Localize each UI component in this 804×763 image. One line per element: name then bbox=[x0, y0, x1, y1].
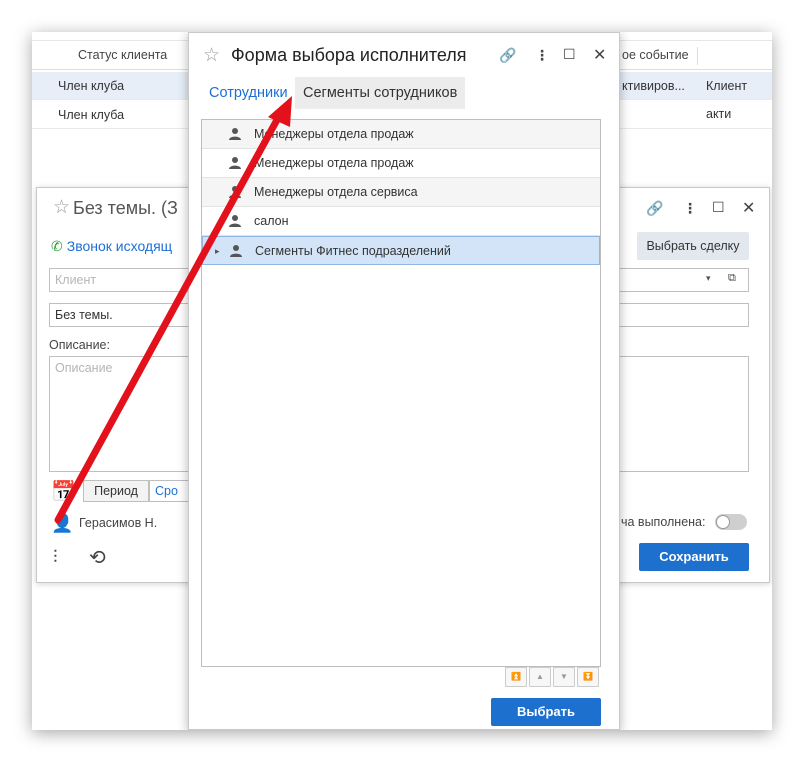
user-icon bbox=[229, 215, 241, 227]
save-button[interactable]: Сохранить bbox=[639, 543, 749, 571]
more-menu-icon[interactable]: ⋮ bbox=[683, 200, 697, 217]
current-row-marker-icon: ▸ bbox=[215, 246, 220, 256]
close-icon[interactable]: ✕ bbox=[742, 198, 755, 218]
deadline-tab[interactable]: Сро bbox=[149, 480, 189, 502]
settings-sliders-icon[interactable]: ⫶ bbox=[53, 547, 58, 568]
call-link[interactable]: ✆ Звонок исходящ bbox=[51, 238, 172, 255]
scroll-down-button[interactable]: ▼ bbox=[553, 667, 575, 687]
list-item-label: Менеджеры отдела продаж bbox=[254, 156, 414, 170]
toggle-knob bbox=[716, 515, 730, 529]
task-form-title: Без темы. (З bbox=[73, 198, 178, 218]
phone-outgoing-icon: ✆ bbox=[51, 238, 63, 254]
tab-employee-segments[interactable]: Сегменты сотрудников bbox=[295, 77, 466, 109]
list-item-label: салон bbox=[254, 214, 289, 228]
user-clock-icon[interactable]: 👤 bbox=[51, 513, 73, 534]
open-icon[interactable]: ⧉ bbox=[728, 272, 736, 285]
link-icon[interactable]: 🔗 bbox=[646, 200, 663, 217]
user-icon bbox=[229, 157, 241, 169]
maximize-icon[interactable]: ☐ bbox=[563, 46, 576, 63]
list-item-label: Сегменты Фитнес подразделений bbox=[255, 244, 451, 258]
maximize-icon[interactable]: ☐ bbox=[712, 199, 725, 216]
client-field-placeholder: Клиент bbox=[55, 273, 97, 287]
favorite-star-icon[interactable]: ☆ bbox=[203, 44, 220, 67]
close-icon[interactable]: ✕ bbox=[593, 45, 606, 65]
history-icon[interactable]: ⟲ bbox=[89, 545, 106, 570]
column-header-client-status[interactable]: Статус клиента bbox=[78, 41, 167, 70]
user-icon bbox=[229, 128, 241, 140]
select-button[interactable]: Выбрать bbox=[491, 698, 601, 726]
application-window: Статус клиента ое событие Член клуба кти… bbox=[32, 32, 772, 730]
favorite-star-icon[interactable]: ☆ bbox=[53, 196, 70, 219]
column-header-event[interactable]: ое событие bbox=[622, 41, 689, 70]
column-divider bbox=[697, 47, 698, 65]
list-item-label: Менеджеры отдела сервиса bbox=[254, 185, 418, 199]
call-link-label: Звонок исходящ bbox=[66, 238, 173, 254]
calendar-clock-icon[interactable]: 📅 bbox=[51, 479, 76, 504]
scroll-to-top-button[interactable]: ⏫ bbox=[505, 667, 527, 687]
more-menu-icon[interactable]: ⋮ bbox=[535, 47, 549, 64]
done-toggle[interactable] bbox=[715, 514, 747, 530]
tab-employees[interactable]: Сотрудники bbox=[201, 77, 296, 109]
list-item[interactable]: Менеджеры отдела продаж bbox=[202, 149, 600, 178]
user-icon bbox=[230, 245, 242, 257]
chevron-down-icon[interactable]: ▾ bbox=[706, 273, 711, 284]
description-label: Описание: bbox=[49, 338, 110, 352]
period-button[interactable]: Период bbox=[83, 480, 149, 502]
table-cell-status: Член клуба bbox=[58, 79, 125, 93]
description-placeholder: Описание bbox=[55, 361, 113, 375]
select-deal-button[interactable]: Выбрать сделку bbox=[637, 232, 749, 260]
user-icon bbox=[229, 186, 241, 198]
list-item-selected[interactable]: ▸ Сегменты Фитнес подразделений bbox=[202, 236, 600, 265]
table-cell-event: ктивиров... bbox=[622, 79, 685, 93]
scroll-up-button[interactable]: ▲ bbox=[529, 667, 551, 687]
list-item-label: Менеджеры отдела продаж bbox=[254, 127, 414, 141]
segments-list: Менеджеры отдела продаж Менеджеры отдела… bbox=[201, 119, 601, 667]
performer-selection-dialog: ☆ Форма выбора исполнителя 🔗 ⋮ ☐ ✕ Сотру… bbox=[188, 32, 620, 730]
list-item[interactable]: салон bbox=[202, 207, 600, 236]
assignee-name[interactable]: Герасимов Н. bbox=[79, 516, 157, 530]
link-icon[interactable]: 🔗 bbox=[499, 47, 516, 64]
done-label: ча выполнена: bbox=[621, 515, 706, 529]
scroll-to-bottom-button[interactable]: ⏬ bbox=[577, 667, 599, 687]
list-item[interactable]: Менеджеры отдела сервиса bbox=[202, 178, 600, 207]
list-item[interactable]: Менеджеры отдела продаж bbox=[202, 120, 600, 149]
dialog-title: Форма выбора исполнителя bbox=[231, 45, 467, 65]
table-cell-status: Член клуба bbox=[58, 108, 125, 122]
